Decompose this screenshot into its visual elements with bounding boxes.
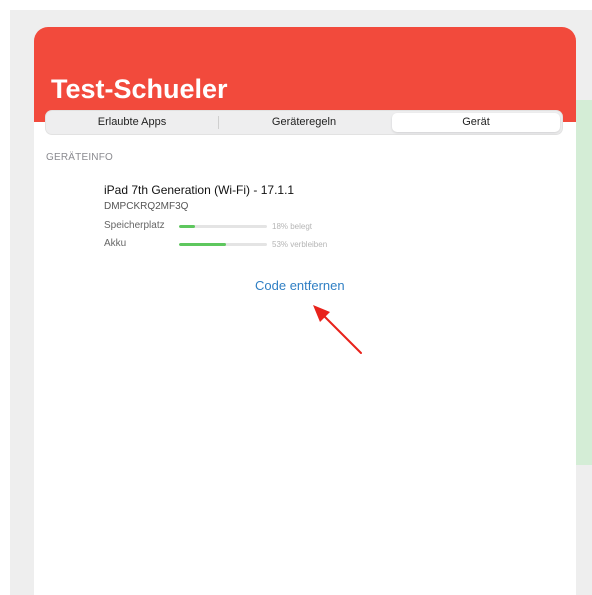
battery-bar xyxy=(179,243,267,246)
device-name: iPad 7th Generation (Wi-Fi) - 17.1.1 xyxy=(104,183,295,197)
segmented-control: Erlaubte Apps Geräteregeln Gerät xyxy=(46,111,562,134)
sheet-header: Test-Schueler xyxy=(34,27,576,122)
student-detail-sheet: Test-Schueler Erlaubte Apps Geräteregeln… xyxy=(34,27,576,595)
side-panel-edge xyxy=(576,100,592,465)
remove-code-button[interactable]: Code entfernen xyxy=(255,278,345,293)
battery-label: Akku xyxy=(104,238,127,249)
tab-allowed-apps[interactable]: Erlaubte Apps xyxy=(46,111,218,134)
storage-text: 18% belegt xyxy=(272,222,313,231)
tab-device-rules[interactable]: Geräteregeln xyxy=(218,111,390,134)
section-header-device-info: GERÄTEINFO xyxy=(46,152,114,163)
device-serial: DMPCKRQ2MF3Q xyxy=(104,201,189,212)
storage-bar xyxy=(179,225,267,228)
tab-device[interactable]: Gerät xyxy=(392,113,560,132)
storage-label: Speicherplatz xyxy=(104,220,165,231)
page-title: Test-Schueler xyxy=(51,74,228,104)
storage-bar-fill xyxy=(179,225,195,228)
battery-text: 53% verbleiben xyxy=(272,240,328,249)
battery-bar-fill xyxy=(179,243,226,246)
